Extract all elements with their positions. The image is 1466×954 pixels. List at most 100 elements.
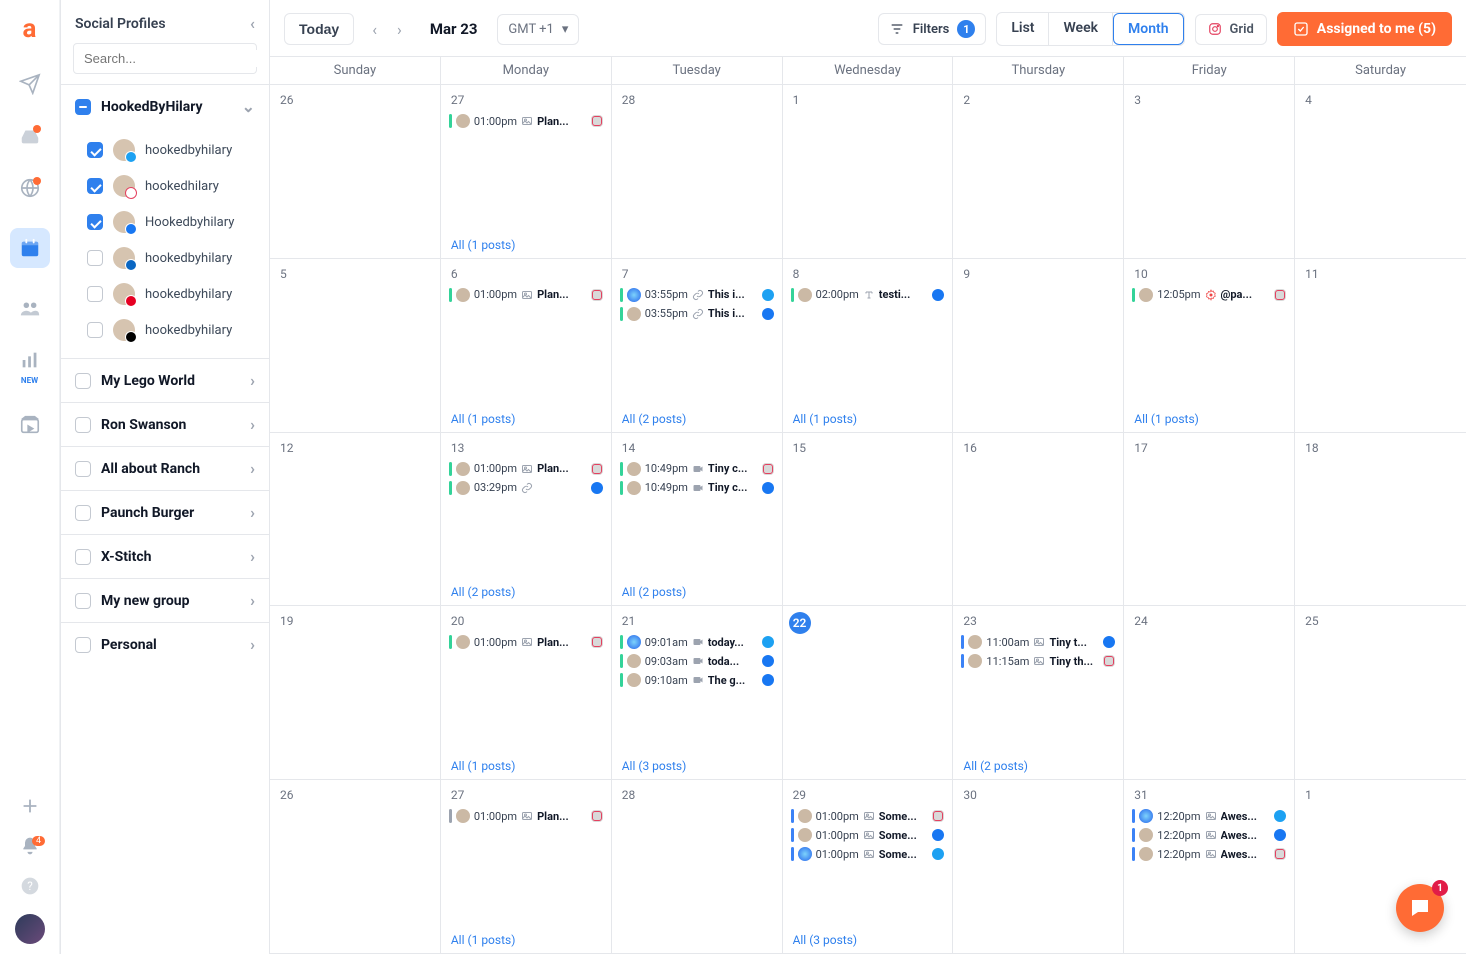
- group-checkbox[interactable]: [75, 549, 91, 565]
- calendar-event[interactable]: 01:00pm Some...: [789, 846, 947, 862]
- all-posts-link[interactable]: All (1 posts): [447, 410, 605, 428]
- group-checkbox[interactable]: [75, 417, 91, 433]
- calendar-cell[interactable]: 9: [953, 259, 1124, 433]
- calendar-event[interactable]: 03:29pm: [447, 480, 605, 496]
- calendar-cell[interactable]: 31 12:20pm Awes... 12:20pm Awes...: [1124, 780, 1295, 954]
- all-posts-link[interactable]: All (3 posts): [618, 757, 776, 775]
- inbox-icon[interactable]: [18, 124, 42, 148]
- group-checkbox[interactable]: [75, 505, 91, 521]
- calendar-cell[interactable]: 16: [953, 433, 1124, 607]
- account-row[interactable]: hookedhilary: [61, 168, 269, 204]
- calendar-cell[interactable]: 14 10:49pm Tiny c... 10:49pm Tiny c... A…: [612, 433, 783, 607]
- group-row[interactable]: HookedByHilary⌄: [61, 84, 269, 128]
- calendar-cell[interactable]: 22: [783, 606, 954, 780]
- calendar-cell[interactable]: 4: [1295, 85, 1466, 259]
- group-row[interactable]: Ron Swanson›: [61, 402, 269, 446]
- calendar-event[interactable]: 12:20pm Awes...: [1130, 808, 1288, 824]
- calendar-event[interactable]: 02:00pm testi...: [789, 287, 947, 303]
- account-checkbox[interactable]: [87, 214, 103, 230]
- compose-icon[interactable]: [18, 72, 42, 96]
- calendar-event[interactable]: 01:00pm Some...: [789, 808, 947, 824]
- calendar-event[interactable]: 09:10am The g...: [618, 672, 776, 688]
- all-posts-link[interactable]: All (2 posts): [959, 757, 1117, 775]
- calendar-cell[interactable]: 1: [1295, 780, 1466, 954]
- help-icon[interactable]: ?: [18, 874, 42, 898]
- filters-button[interactable]: Filters 1: [878, 13, 987, 45]
- group-row[interactable]: Paunch Burger›: [61, 490, 269, 534]
- prev-period-icon[interactable]: ‹: [372, 20, 377, 39]
- calendar-cell[interactable]: 11: [1295, 259, 1466, 433]
- calendar-event[interactable]: 10:49pm Tiny c...: [618, 461, 776, 477]
- all-posts-link[interactable]: All (1 posts): [447, 236, 605, 254]
- all-posts-link[interactable]: All (1 posts): [447, 757, 605, 775]
- calendar-cell[interactable]: 25: [1295, 606, 1466, 780]
- group-checkbox[interactable]: [75, 637, 91, 653]
- calendar-event[interactable]: 10:49pm Tiny c...: [618, 480, 776, 496]
- account-checkbox[interactable]: [87, 286, 103, 302]
- all-posts-link[interactable]: All (1 posts): [447, 931, 605, 949]
- team-icon[interactable]: [18, 296, 42, 320]
- calendar-cell[interactable]: 1: [783, 85, 954, 259]
- calendar-event[interactable]: 03:55pm This i...: [618, 306, 776, 322]
- calendar-event[interactable]: 12:20pm Awes...: [1130, 827, 1288, 843]
- calendar-cell[interactable]: 27 01:00pm Plan... All (1 posts): [441, 780, 612, 954]
- group-row[interactable]: X-Stitch›: [61, 534, 269, 578]
- calendar-event[interactable]: 12:05pm @pa...: [1130, 287, 1288, 303]
- notifications-icon[interactable]: 4: [18, 834, 42, 858]
- calendar-cell[interactable]: 23 11:00am Tiny t... 11:15am Tiny th... …: [953, 606, 1124, 780]
- assigned-button[interactable]: Assigned to me (5): [1277, 12, 1452, 46]
- calendar-cell[interactable]: 26: [270, 85, 441, 259]
- calendar-event[interactable]: 01:00pm Plan...: [447, 808, 605, 824]
- media-library-icon[interactable]: [18, 413, 42, 437]
- calendar-cell[interactable]: 10 12:05pm @pa... All (1 posts): [1124, 259, 1295, 433]
- account-checkbox[interactable]: [87, 178, 103, 194]
- group-row[interactable]: My new group›: [61, 578, 269, 622]
- calendar-cell[interactable]: 17: [1124, 433, 1295, 607]
- account-row[interactable]: hookedbyhilary: [61, 240, 269, 276]
- publish-globe-icon[interactable]: [18, 176, 42, 200]
- analytics-icon[interactable]: [18, 348, 42, 372]
- calendar-cell[interactable]: 7 03:55pm This i... 03:55pm This i... Al…: [612, 259, 783, 433]
- calendar-cell[interactable]: 5: [270, 259, 441, 433]
- calendar-cell[interactable]: 24: [1124, 606, 1295, 780]
- calendar-cell[interactable]: 6 01:00pm Plan... All (1 posts): [441, 259, 612, 433]
- calendar-event[interactable]: 12:20pm Awes...: [1130, 846, 1288, 862]
- group-checkbox[interactable]: [75, 593, 91, 609]
- calendar-cell[interactable]: 20 01:00pm Plan... All (1 posts): [441, 606, 612, 780]
- timezone-select[interactable]: GMT +1 ▾: [497, 14, 579, 45]
- calendar-cell[interactable]: 18: [1295, 433, 1466, 607]
- calendar-cell[interactable]: 19: [270, 606, 441, 780]
- calendar-event[interactable]: 01:00pm Plan...: [447, 634, 605, 650]
- calendar-event[interactable]: 11:15am Tiny th...: [959, 653, 1117, 669]
- today-button[interactable]: Today: [284, 13, 354, 45]
- calendar-cell[interactable]: 12: [270, 433, 441, 607]
- view-list[interactable]: List: [997, 13, 1049, 45]
- group-row[interactable]: My Lego World›: [61, 358, 269, 402]
- account-row[interactable]: hookedbyhilary: [61, 312, 269, 348]
- chat-fab[interactable]: 1: [1396, 884, 1444, 932]
- calendar-cell[interactable]: 2: [953, 85, 1124, 259]
- account-row[interactable]: hookedbyhilary: [61, 132, 269, 168]
- calendar-cell[interactable]: 3: [1124, 85, 1295, 259]
- calendar-cell[interactable]: 26: [270, 780, 441, 954]
- account-checkbox[interactable]: [87, 250, 103, 266]
- group-checkbox[interactable]: [75, 373, 91, 389]
- calendar-cell[interactable]: 28: [612, 780, 783, 954]
- calendar-cell[interactable]: 30: [953, 780, 1124, 954]
- calendar-cell[interactable]: 15: [783, 433, 954, 607]
- view-month[interactable]: Month: [1113, 13, 1184, 45]
- calendar-event[interactable]: 01:00pm Plan...: [447, 113, 605, 129]
- calendar-event[interactable]: 01:00pm Plan...: [447, 287, 605, 303]
- view-week[interactable]: Week: [1049, 13, 1113, 45]
- user-avatar[interactable]: [15, 914, 45, 944]
- collapse-panel-icon[interactable]: ‹: [250, 14, 255, 33]
- calendar-event[interactable]: 09:03am toda...: [618, 653, 776, 669]
- all-posts-link[interactable]: All (3 posts): [789, 931, 947, 949]
- calendar-event[interactable]: 01:00pm Some...: [789, 827, 947, 843]
- calendar-event[interactable]: 01:00pm Plan...: [447, 461, 605, 477]
- account-checkbox[interactable]: [87, 322, 103, 338]
- view-grid[interactable]: Grid: [1195, 14, 1267, 45]
- group-checkbox[interactable]: [75, 99, 91, 115]
- next-period-icon[interactable]: ›: [397, 20, 402, 39]
- calendar-cell[interactable]: 21 09:01am today... 09:03am toda...: [612, 606, 783, 780]
